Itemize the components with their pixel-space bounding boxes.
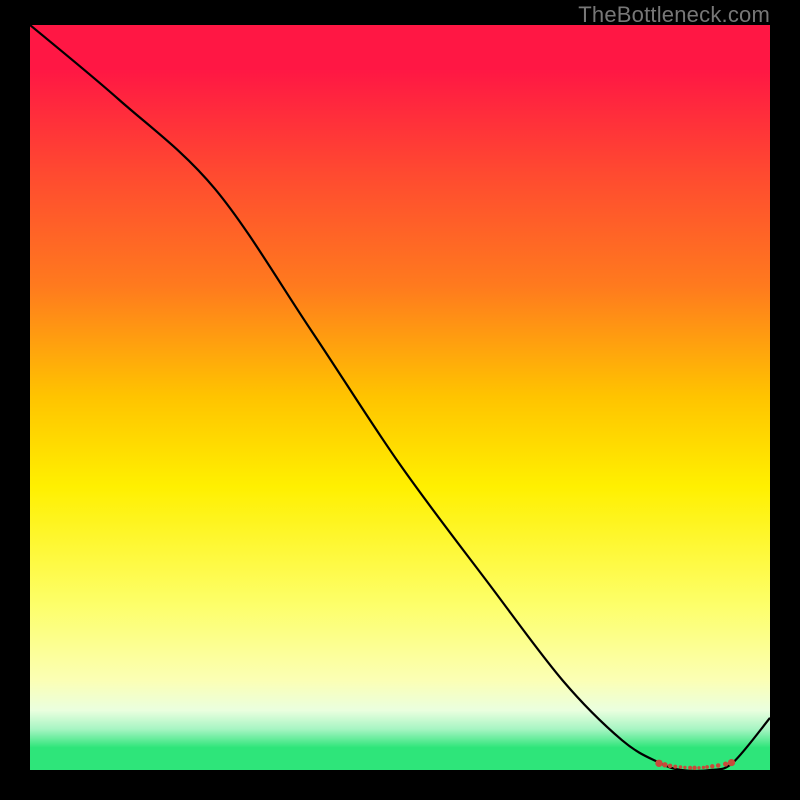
- marker-dot: [697, 766, 700, 769]
- marker-dot: [662, 762, 667, 767]
- marker-dot: [710, 764, 714, 768]
- marker-dot: [679, 765, 683, 769]
- marker-dot: [692, 766, 696, 770]
- marker-dot: [716, 763, 721, 768]
- gradient-background: [30, 25, 770, 770]
- marker-dot: [688, 766, 692, 770]
- marker-dot: [668, 764, 673, 769]
- marker-dot: [728, 759, 735, 766]
- marker-dot: [683, 766, 686, 769]
- marker-dot: [723, 761, 728, 766]
- bottleneck-chart: [30, 25, 770, 770]
- marker-dot: [702, 766, 705, 769]
- chart-frame: TheBottleneck.com: [0, 0, 800, 800]
- marker-dot: [705, 765, 709, 769]
- marker-dot: [673, 765, 677, 769]
- marker-dot: [655, 760, 662, 767]
